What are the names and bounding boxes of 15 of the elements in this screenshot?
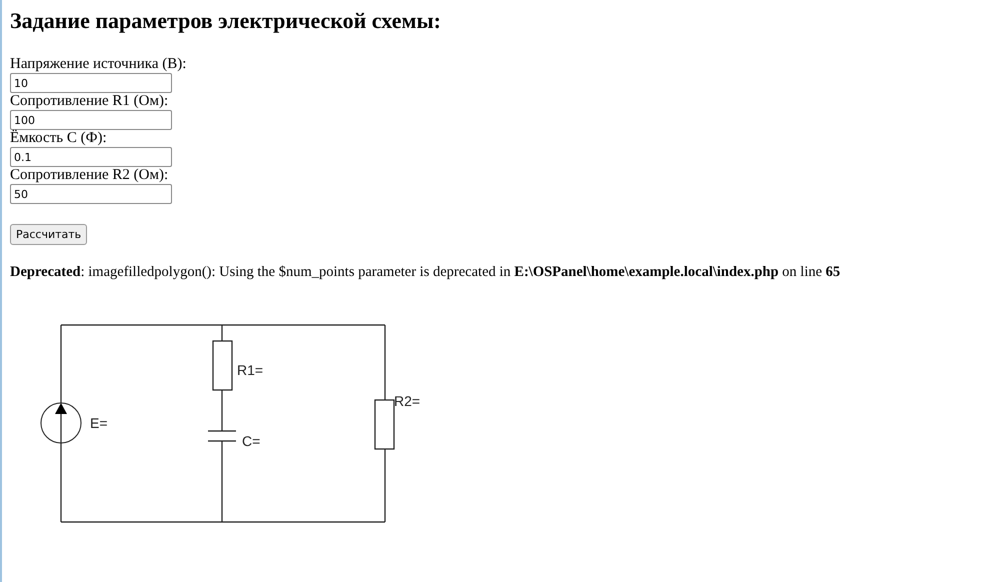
input-field[interactable]: 100 xyxy=(10,110,172,130)
page-title: Задание параметров электрической схемы: xyxy=(10,7,442,34)
component-label: R2= xyxy=(394,393,420,409)
field-label: Сопротивление R1 (Ом): xyxy=(10,93,168,110)
input-field[interactable]: 0.1 xyxy=(10,147,172,167)
field-label: Напряжение источника (В): xyxy=(10,56,186,73)
component-label: C= xyxy=(242,433,260,449)
calculate-button[interactable]: Рассчитать xyxy=(10,224,88,245)
component-label: E= xyxy=(90,415,108,431)
warning-message: Deprecated: imagefilledpolygon(): Using the $num_points parameter is deprecated in E:\OSPanel\home\example.local\index.php on line 65 xyxy=(10,263,842,281)
input-field[interactable]: 50 xyxy=(10,184,172,204)
input-field[interactable]: 10 xyxy=(10,73,172,93)
component-label: R1= xyxy=(237,362,264,378)
field-label: Сопротивление R2 (Ом): xyxy=(10,167,168,184)
field-label: Ёмкость C (Ф): xyxy=(10,130,107,147)
